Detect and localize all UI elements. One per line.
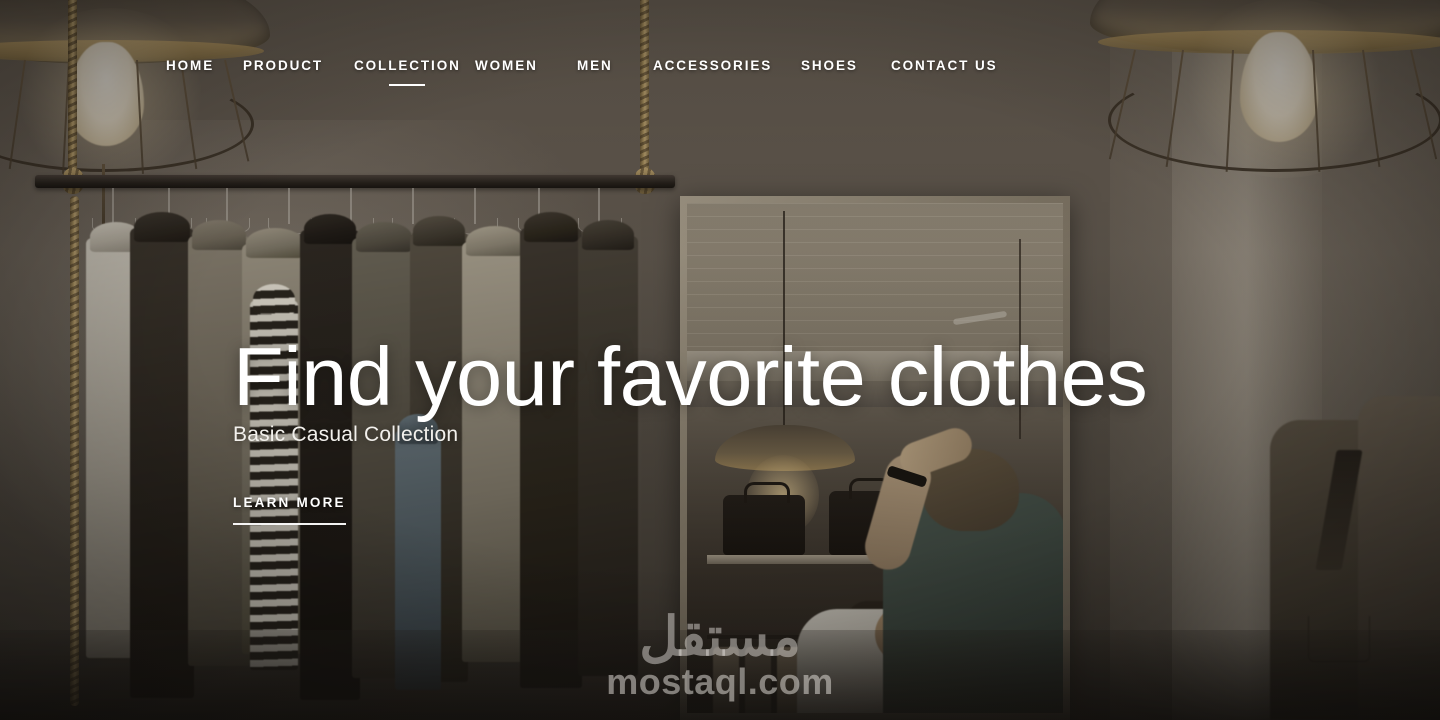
landing-page: HOME PRODUCT COLLECTION WOMEN MEN ACCESSORIES…	[0, 0, 1440, 720]
nav-item-home[interactable]: HOME	[166, 58, 214, 73]
nav-item-accessories[interactable]: ACCESSORIES	[653, 58, 772, 73]
nav-item-shoes[interactable]: SHOES	[801, 58, 858, 73]
nav-active-underline	[389, 83, 426, 86]
page-title: Find your favorite clothes	[233, 330, 1148, 423]
nav-item-contact-us[interactable]: CONTACT US	[891, 58, 998, 73]
hero-content: Find your favorite clothes Basic Casual …	[233, 330, 1148, 526]
nav-item-product[interactable]: PRODUCT	[243, 58, 323, 73]
hero-subtitle: Basic Casual Collection	[233, 423, 459, 447]
main-navigation: HOME PRODUCT COLLECTION WOMEN MEN ACCESSORIES…	[0, 58, 1440, 98]
nav-item-collection[interactable]: COLLECTION	[354, 58, 461, 86]
nav-item-women[interactable]: WOMEN	[475, 58, 538, 73]
learn-more-button[interactable]: LEARN MORE	[233, 495, 346, 526]
nav-item-men[interactable]: MEN	[577, 58, 613, 73]
